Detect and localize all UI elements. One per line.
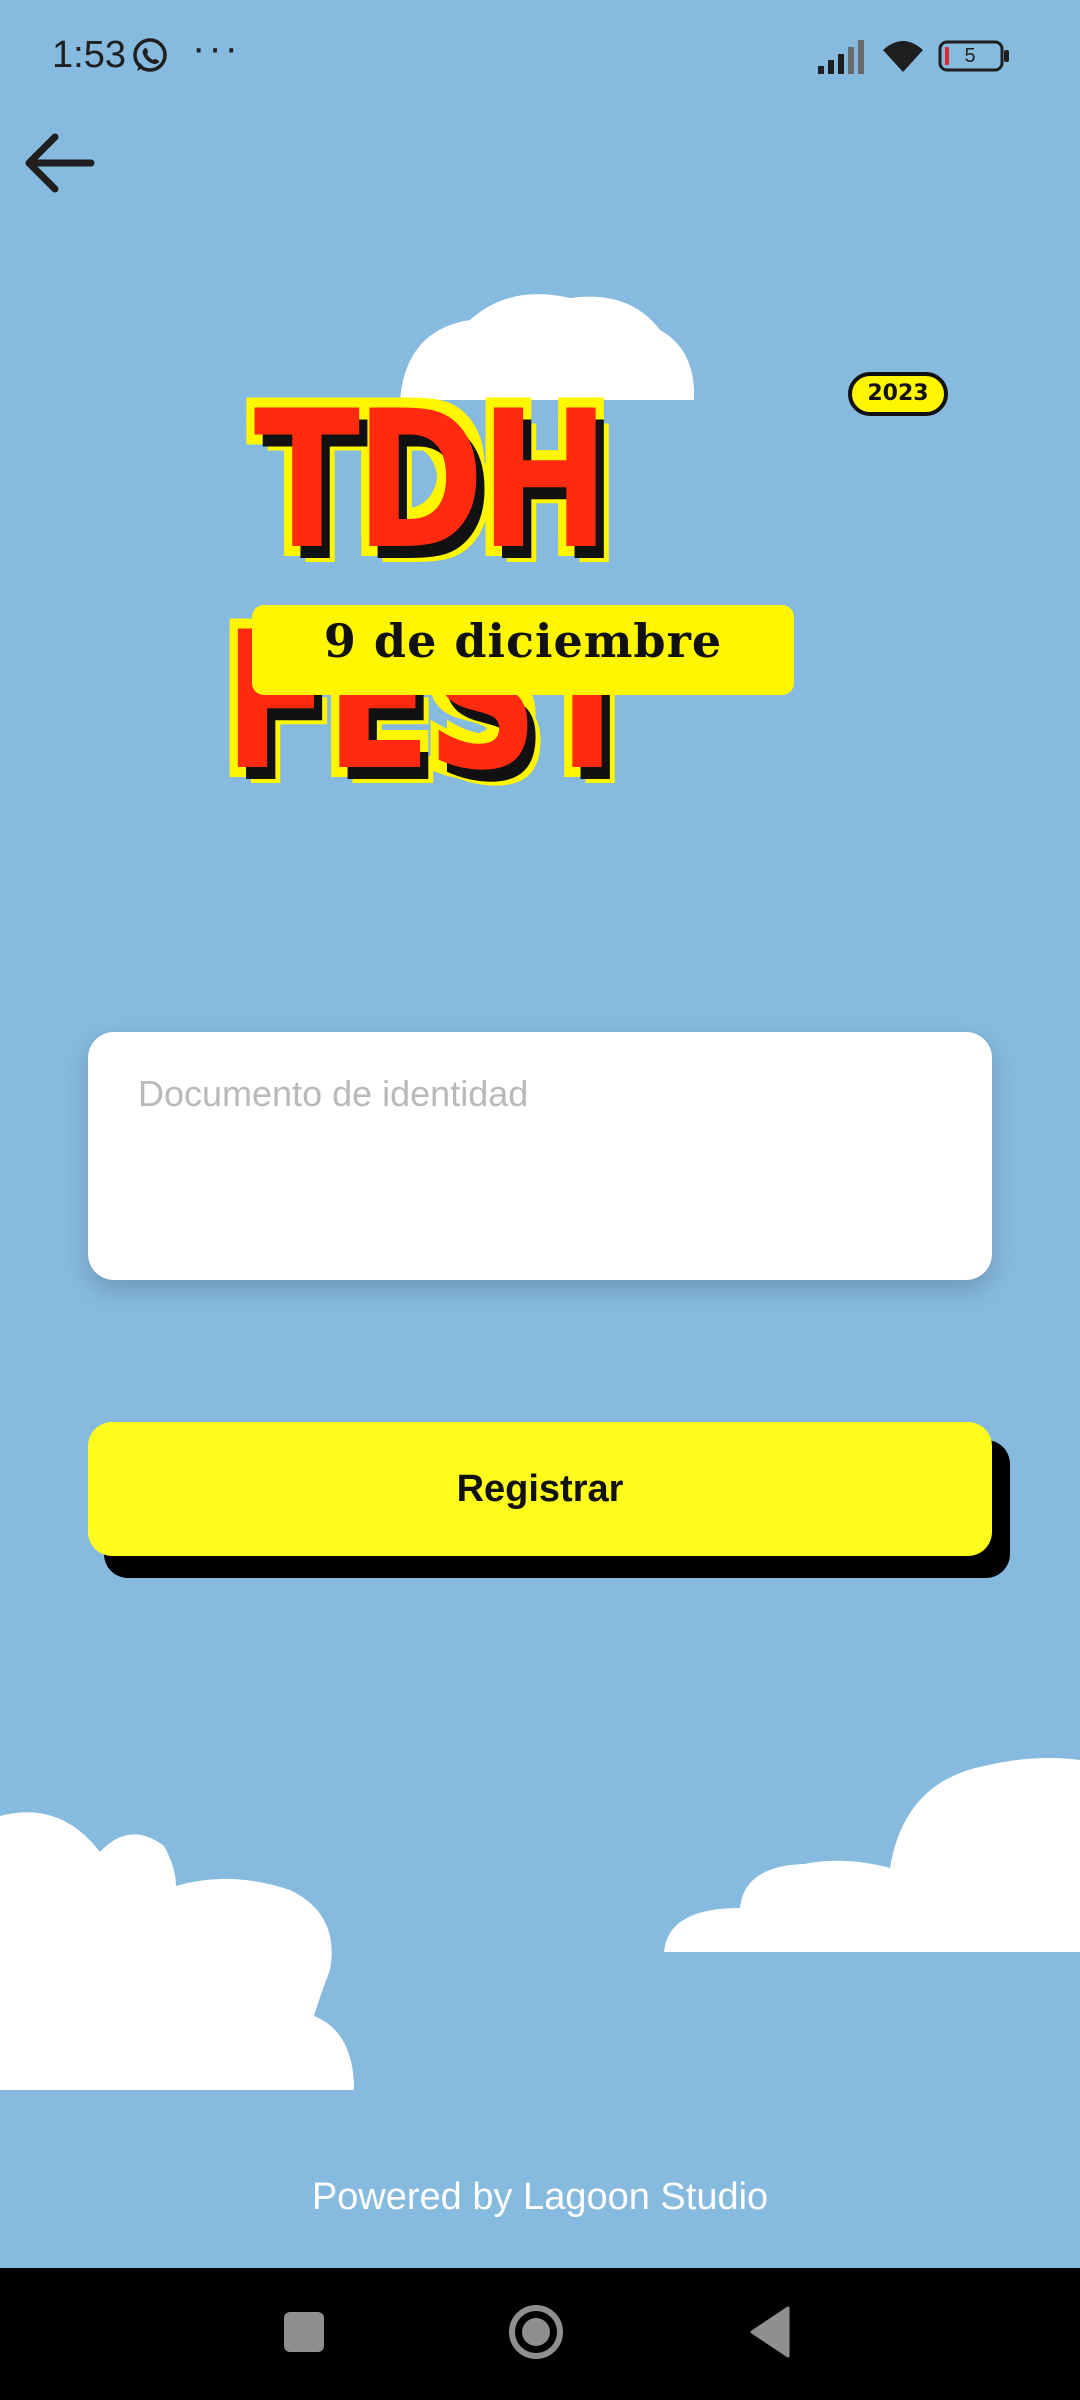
back-icon[interactable] [748,2306,790,2358]
home-icon[interactable] [508,2304,564,2360]
register-button-label: Registrar [456,1467,624,1510]
more-notifications-icon: ··· [192,26,241,70]
logo-year-badge: 2023 [848,372,948,416]
register-button[interactable]: Registrar [88,1422,992,1556]
wifi-icon [883,41,923,72]
whatsapp-icon [133,38,167,72]
status-time: 1:53 [52,34,126,76]
back-button[interactable] [18,128,100,198]
document-input[interactable] [136,1072,948,1116]
signal-icon [818,40,864,74]
logo-title: TDH FEST [223,370,641,812]
cloud-left-decoration [0,1812,354,2090]
logo-date: 9 de diciembre [323,614,723,668]
battery-icon: 5 [938,40,1010,72]
arrow-left-icon [25,133,95,193]
document-field-card[interactable] [88,1032,992,1280]
cloud-right-decoration [664,1758,1080,1952]
fest-logo: TDH FEST 2023 9 de diciembre [126,290,956,812]
battery-level: 5 [964,45,976,67]
powered-by-text: Powered by Lagoon Studio [311,2176,769,2218]
recents-icon[interactable] [284,2312,324,2352]
